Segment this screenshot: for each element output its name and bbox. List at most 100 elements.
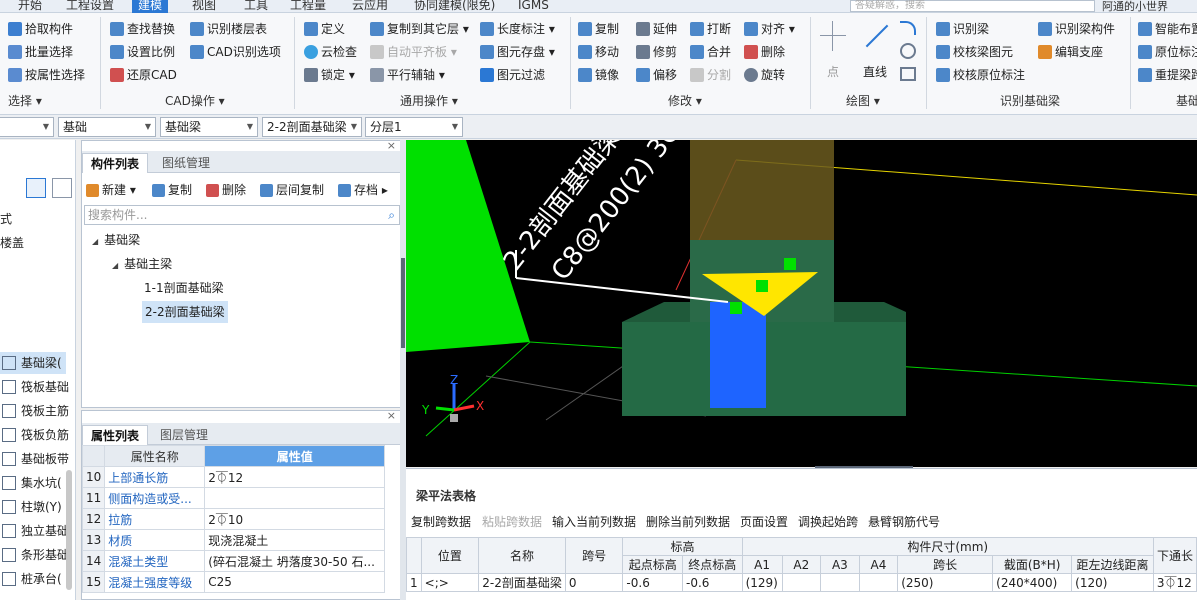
copy-component-button[interactable]: 复制: [152, 179, 192, 201]
cantilever-code-button[interactable]: 悬臂钢筋代号: [868, 513, 940, 530]
auto-level-slab-button[interactable]: 自动平齐板 ▾: [370, 42, 457, 62]
identify-beam-button[interactable]: 识别梁: [936, 19, 989, 39]
nav-item[interactable]: 式: [0, 208, 12, 230]
tab-quantity[interactable]: 工程量: [284, 0, 332, 13]
find-replace-button[interactable]: 查找替换: [110, 19, 175, 39]
grip-point[interactable]: [784, 258, 796, 270]
grip-point[interactable]: [756, 280, 768, 292]
category-select[interactable]: 基础 ▼: [58, 117, 156, 137]
batch-select-button[interactable]: 批量选择: [8, 42, 73, 62]
nav-item-raft-neg-rebar[interactable]: 筏板负筋: [0, 424, 69, 446]
page-setup-button[interactable]: 页面设置: [740, 513, 788, 530]
tab-cloud[interactable]: 云应用: [346, 0, 394, 13]
cad-options-button[interactable]: CAD识别选项: [190, 42, 281, 62]
list-view-icon[interactable]: [26, 178, 46, 198]
nav-item-sump[interactable]: 集水坑(: [0, 472, 62, 494]
group-modify-label[interactable]: 修改 ▾: [668, 93, 702, 109]
mirror-button[interactable]: 镜像: [578, 65, 619, 85]
length-dimension-button[interactable]: 长度标注 ▾: [480, 19, 555, 39]
re-extract-span-button[interactable]: 重提梁跨: [1138, 65, 1197, 85]
input-column-data-button[interactable]: 输入当前列数据: [552, 513, 636, 530]
sublayer-select[interactable]: 分层1 ▼: [365, 117, 463, 137]
nav-item-foundation-beam[interactable]: 基础梁(: [0, 352, 66, 374]
restore-cad-button[interactable]: 还原CAD: [110, 65, 177, 85]
nav-scrollbar[interactable]: [66, 470, 72, 590]
tree-node-foundation-beam[interactable]: ◢ 基础梁: [92, 229, 140, 251]
group-draw-label[interactable]: 绘图 ▾: [846, 93, 880, 109]
arc-icon[interactable]: [900, 21, 916, 35]
set-scale-button[interactable]: 设置比例: [110, 42, 175, 62]
paste-span-data-button[interactable]: 粘贴跨数据: [482, 513, 542, 530]
copy-button[interactable]: 复制: [578, 19, 619, 39]
smart-layout-button[interactable]: 智能布置: [1138, 19, 1197, 39]
tree-node-item-selected[interactable]: 2-2剖面基础梁: [142, 301, 228, 323]
extend-button[interactable]: 延伸: [636, 19, 677, 39]
circle-icon[interactable]: [900, 43, 916, 59]
user-name[interactable]: 阿通的小世界: [1102, 0, 1168, 14]
type-select[interactable]: 基础梁 ▼: [160, 117, 258, 137]
cloud-check-button[interactable]: 云检查: [304, 42, 357, 62]
break-button[interactable]: 打断: [690, 19, 731, 39]
tab-tools[interactable]: 工具: [238, 0, 274, 13]
new-button[interactable]: 新建 ▾: [86, 179, 136, 201]
help-search-input[interactable]: 答疑解惑，搜索: [850, 0, 1095, 12]
pick-component-button[interactable]: 拾取构件: [8, 19, 73, 39]
archive-button[interactable]: 存档 ▸: [338, 179, 388, 201]
lock-button[interactable]: 锁定 ▾: [304, 65, 355, 85]
move-button[interactable]: 移动: [578, 42, 619, 62]
tab-layer-management[interactable]: 图层管理: [152, 425, 216, 445]
group-general-label[interactable]: 通用操作 ▾: [400, 93, 458, 109]
point-tool-button[interactable]: 点: [818, 21, 848, 83]
tree-node-main-beam[interactable]: ◢ 基础主梁: [112, 253, 172, 275]
tab-modeling[interactable]: 建模: [132, 0, 169, 13]
tab-view[interactable]: 视图: [186, 0, 222, 13]
grid-view-icon[interactable]: [52, 178, 72, 198]
component-search-input[interactable]: 搜索构件... ⌕: [84, 205, 400, 225]
line-tool-button[interactable]: 直线: [858, 21, 892, 83]
check-inplace-label-button[interactable]: 校核原位标注: [936, 65, 1025, 85]
tab-property-list[interactable]: 属性列表: [82, 425, 149, 445]
check-beam-element-button[interactable]: 校核梁图元: [936, 42, 1013, 62]
nav-item-raft-foundation[interactable]: 筏板基础: [0, 376, 69, 398]
table-row[interactable]: 13 材质 现浇混凝土: [82, 529, 386, 551]
tab-igms[interactable]: IGMS: [512, 0, 555, 13]
parallel-axis-button[interactable]: 平行辅轴 ▾: [370, 65, 445, 85]
viewport-canvas[interactable]: 2-2剖面基础梁 C8@200(2) 3C1 Z X Y: [406, 140, 1197, 467]
copy-span-data-button[interactable]: 复制跨数据: [411, 513, 471, 530]
table-row[interactable]: 11 侧面构造或受...: [82, 487, 386, 509]
nav-item-pile-cap[interactable]: 桩承台(: [0, 568, 62, 590]
inplace-label-button[interactable]: 原位标注: [1138, 42, 1197, 62]
table-row[interactable]: 10 上部通长筋 2⏁12: [82, 466, 386, 488]
nav-item-strip-footing[interactable]: 条形基础: [0, 544, 69, 566]
nav-item[interactable]: 楼盖: [0, 232, 24, 254]
nav-item-foundation-strip[interactable]: 基础板带: [0, 448, 69, 470]
trim-button[interactable]: 修剪: [636, 42, 677, 62]
edit-support-button[interactable]: 编辑支座: [1038, 42, 1103, 62]
offset-button[interactable]: 偏移: [636, 65, 677, 85]
table-row[interactable]: 15 混凝土强度等级 C25: [82, 571, 386, 593]
copy-between-layers-button[interactable]: 层间复制: [260, 179, 324, 201]
swap-start-span-button[interactable]: 调换起始跨: [798, 513, 858, 530]
grip-point[interactable]: [730, 302, 742, 314]
tab-project-settings[interactable]: 工程设置: [60, 0, 120, 13]
nav-item-raft-main-rebar[interactable]: 筏板主筋: [0, 400, 69, 422]
tab-drawing-management[interactable]: 图纸管理: [154, 153, 218, 173]
tab-start[interactable]: 开始: [12, 0, 48, 13]
group-select-label[interactable]: 选择 ▾: [8, 93, 42, 109]
select-by-attr-button[interactable]: 按属性选择: [8, 65, 85, 85]
rotate-button[interactable]: 旋转: [744, 65, 785, 85]
component-select[interactable]: 2-2剖面基础梁 ▼: [262, 117, 362, 137]
delete-button[interactable]: 删除: [744, 42, 785, 62]
model-viewport[interactable]: 2-2剖面基础梁 C8@200(2) 3C1 Z X Y: [406, 140, 1197, 467]
table-row[interactable]: 14 混凝土类型 (碎石混凝土 坍落度30-50 石...: [82, 550, 386, 572]
table-row[interactable]: 12 拉筋 2⏁10: [82, 508, 386, 530]
delete-column-data-button[interactable]: 删除当前列数据: [646, 513, 730, 530]
copy-to-other-layers-button[interactable]: 复制到其它层 ▾: [370, 19, 469, 39]
merge-button[interactable]: 合并: [690, 42, 731, 62]
tab-component-list[interactable]: 构件列表: [82, 153, 149, 173]
nav-item-pier[interactable]: 柱墩(Y): [0, 496, 62, 518]
split-button[interactable]: 分割: [690, 65, 731, 85]
element-filter-button[interactable]: 图元过滤: [480, 65, 545, 85]
delete-component-button[interactable]: 删除: [206, 179, 246, 201]
floor-select[interactable]: ▼: [0, 117, 54, 137]
